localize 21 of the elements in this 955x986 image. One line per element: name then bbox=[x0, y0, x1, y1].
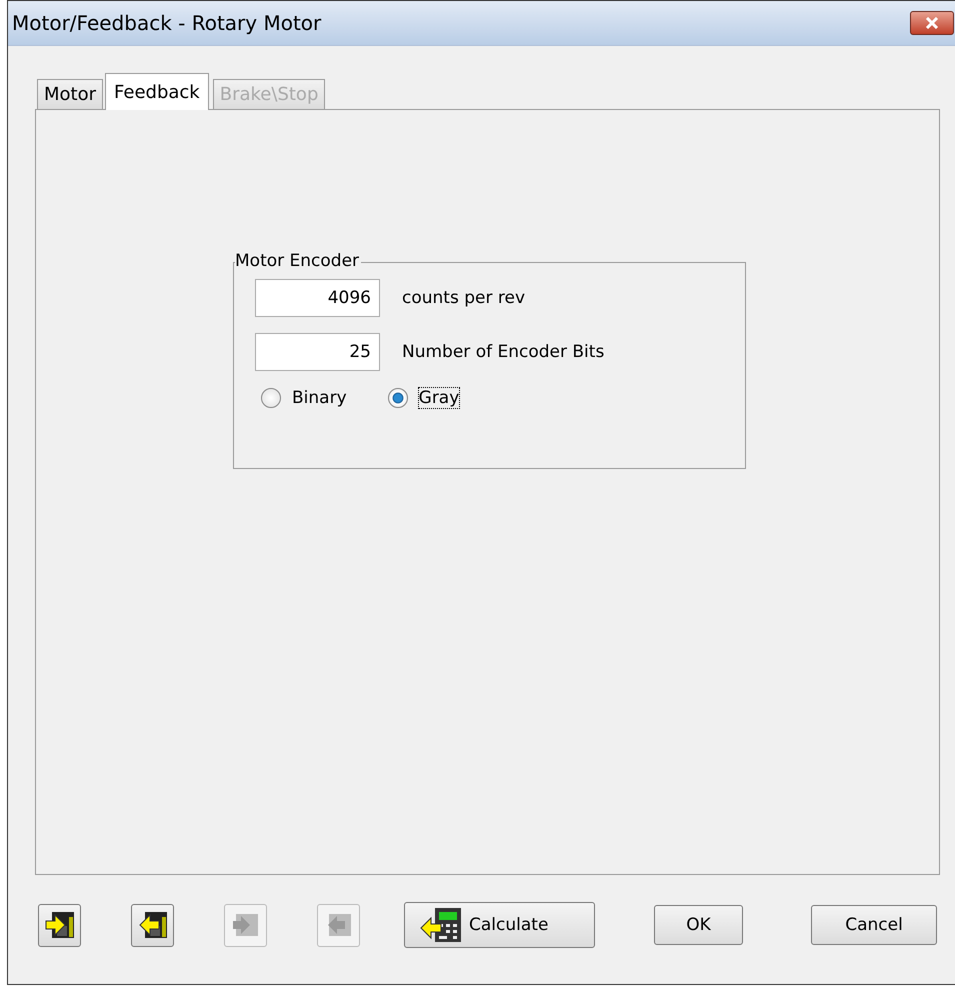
tab[interactable]: Feedback bbox=[105, 73, 209, 110]
window-title: Motor/Feedback - Rotary Motor bbox=[12, 11, 322, 35]
close-icon bbox=[924, 17, 940, 29]
number-field[interactable]: 4096 bbox=[255, 279, 380, 317]
calculate-button[interactable]: Calculate bbox=[404, 902, 595, 948]
calculator-icon bbox=[419, 906, 463, 944]
toolbar-button[interactable] bbox=[38, 904, 81, 946]
toolbar-button[interactable] bbox=[131, 904, 174, 946]
field-label: Number of Encoder Bits bbox=[402, 342, 604, 362]
radio-label[interactable]: Binary bbox=[291, 387, 348, 409]
radio-button[interactable] bbox=[261, 388, 281, 408]
arrow-left-icon bbox=[136, 909, 168, 941]
number-field[interactable]: 25 bbox=[255, 333, 380, 371]
field-label: counts per rev bbox=[402, 288, 526, 308]
radio-label[interactable]: Gray bbox=[418, 387, 460, 409]
ok-button[interactable]: OK bbox=[654, 905, 743, 945]
tab[interactable]: Motor bbox=[37, 79, 104, 109]
cancel-button[interactable]: Cancel bbox=[811, 905, 937, 945]
close-button[interactable] bbox=[910, 11, 954, 35]
radio-button[interactable] bbox=[388, 388, 408, 408]
arrow-right-icon bbox=[44, 909, 76, 941]
